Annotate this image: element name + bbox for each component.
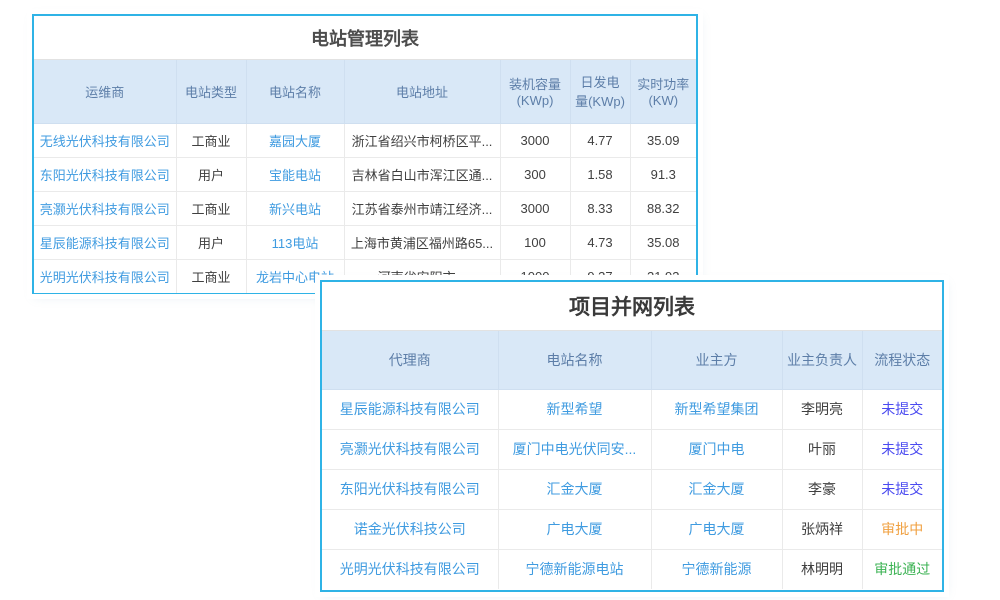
station-name-cell[interactable]: 113电站: [246, 225, 344, 259]
address-cell: 浙江省绍兴市柯桥区平...: [344, 123, 500, 157]
station-cell[interactable]: 广电大厦: [498, 509, 651, 549]
power-cell: 91.3: [630, 157, 696, 191]
station-cell[interactable]: 汇金大厦: [498, 469, 651, 509]
owner-cell[interactable]: 新型希望集团: [651, 389, 782, 429]
table-row: 星辰能源科技有限公司 用户 113电站 上海市黄浦区福州路65... 100 4…: [34, 225, 696, 259]
col-header-address: 电站地址: [344, 60, 500, 123]
status-badge: 审批通过: [862, 549, 942, 589]
station-management-title: 电站管理列表: [34, 16, 696, 60]
station-cell[interactable]: 宁德新能源电站: [498, 549, 651, 589]
address-cell: 江苏省泰州市靖江经济...: [344, 191, 500, 225]
contact-cell: 叶丽: [782, 429, 862, 469]
table-row: 无线光伏科技有限公司 工商业 嘉园大厦 浙江省绍兴市柯桥区平... 3000 4…: [34, 123, 696, 157]
col-header-agent: 代理商: [322, 331, 498, 389]
station-name-cell[interactable]: 宝能电站: [246, 157, 344, 191]
station-cell[interactable]: 厦门中电光伏同安...: [498, 429, 651, 469]
col-header-status: 流程状态: [862, 331, 942, 389]
operator-cell[interactable]: 星辰能源科技有限公司: [34, 225, 176, 259]
table-row: 东阳光伏科技有限公司 用户 宝能电站 吉林省白山市浑江区通... 300 1.5…: [34, 157, 696, 191]
operator-cell[interactable]: 光明光伏科技有限公司: [34, 259, 176, 293]
contact-cell: 张炳祥: [782, 509, 862, 549]
col-header-operator: 运维商: [34, 60, 176, 123]
agent-cell[interactable]: 东阳光伏科技有限公司: [322, 469, 498, 509]
station-management-table: 运维商 电站类型 电站名称 电站地址 装机容量(KWp) 日发电量(KWp) 实…: [34, 60, 696, 293]
station-name-cell[interactable]: 嘉园大厦: [246, 123, 344, 157]
station-cell[interactable]: 新型希望: [498, 389, 651, 429]
grid-connection-title: 项目并网列表: [322, 282, 942, 331]
agent-cell[interactable]: 星辰能源科技有限公司: [322, 389, 498, 429]
table-row: 亮灏光伏科技有限公司 厦门中电光伏同安... 厦门中电 叶丽 未提交: [322, 429, 942, 469]
operator-cell[interactable]: 无线光伏科技有限公司: [34, 123, 176, 157]
type-cell: 工商业: [176, 259, 246, 293]
station-name-cell[interactable]: 新兴电站: [246, 191, 344, 225]
contact-cell: 李豪: [782, 469, 862, 509]
grid-table-header-row: 代理商 电站名称 业主方 业主负责人 流程状态: [322, 331, 942, 389]
power-cell: 35.08: [630, 225, 696, 259]
col-header-name: 电站名称: [246, 60, 344, 123]
table-row: 星辰能源科技有限公司 新型希望 新型希望集团 李明亮 未提交: [322, 389, 942, 429]
type-cell: 工商业: [176, 191, 246, 225]
power-cell: 88.32: [630, 191, 696, 225]
daily-cell: 4.73: [570, 225, 630, 259]
table-row: 光明光伏科技有限公司 宁德新能源电站 宁德新能源 林明明 审批通过: [322, 549, 942, 589]
contact-cell: 林明明: [782, 549, 862, 589]
status-badge: 未提交: [862, 469, 942, 509]
col-header-contact: 业主负责人: [782, 331, 862, 389]
address-cell: 吉林省白山市浑江区通...: [344, 157, 500, 191]
address-cell: 上海市黄浦区福州路65...: [344, 225, 500, 259]
col-header-owner: 业主方: [651, 331, 782, 389]
col-header-capacity: 装机容量(KWp): [500, 60, 570, 123]
owner-cell[interactable]: 厦门中电: [651, 429, 782, 469]
type-cell: 用户: [176, 225, 246, 259]
type-cell: 工商业: [176, 123, 246, 157]
grid-connection-table: 代理商 电站名称 业主方 业主负责人 流程状态 星辰能源科技有限公司 新型希望 …: [322, 331, 942, 589]
agent-cell[interactable]: 光明光伏科技有限公司: [322, 549, 498, 589]
status-badge: 未提交: [862, 429, 942, 469]
power-cell: 35.09: [630, 123, 696, 157]
table-row: 东阳光伏科技有限公司 汇金大厦 汇金大厦 李豪 未提交: [322, 469, 942, 509]
station-management-panel: 电站管理列表 运维商 电站类型 电站名称 电站地址 装机容量(KWp) 日发电量…: [32, 14, 698, 294]
contact-cell: 李明亮: [782, 389, 862, 429]
owner-cell[interactable]: 宁德新能源: [651, 549, 782, 589]
capacity-cell: 3000: [500, 123, 570, 157]
grid-connection-panel: 项目并网列表 代理商 电站名称 业主方 业主负责人 流程状态 星辰能源科技有限公…: [320, 280, 944, 592]
status-badge: 未提交: [862, 389, 942, 429]
status-badge: 审批中: [862, 509, 942, 549]
owner-cell[interactable]: 汇金大厦: [651, 469, 782, 509]
owner-cell[interactable]: 广电大厦: [651, 509, 782, 549]
station-table-header-row: 运维商 电站类型 电站名称 电站地址 装机容量(KWp) 日发电量(KWp) 实…: [34, 60, 696, 123]
capacity-cell: 300: [500, 157, 570, 191]
capacity-cell: 100: [500, 225, 570, 259]
table-row: 亮灏光伏科技有限公司 工商业 新兴电站 江苏省泰州市靖江经济... 3000 8…: [34, 191, 696, 225]
col-header-power: 实时功率(KW): [630, 60, 696, 123]
daily-cell: 8.33: [570, 191, 630, 225]
operator-cell[interactable]: 东阳光伏科技有限公司: [34, 157, 176, 191]
type-cell: 用户: [176, 157, 246, 191]
daily-cell: 4.77: [570, 123, 630, 157]
col-header-station: 电站名称: [498, 331, 651, 389]
agent-cell[interactable]: 诺金光伏科技公司: [322, 509, 498, 549]
capacity-cell: 3000: [500, 191, 570, 225]
operator-cell[interactable]: 亮灏光伏科技有限公司: [34, 191, 176, 225]
col-header-daily: 日发电量(KWp): [570, 60, 630, 123]
agent-cell[interactable]: 亮灏光伏科技有限公司: [322, 429, 498, 469]
daily-cell: 1.58: [570, 157, 630, 191]
col-header-type: 电站类型: [176, 60, 246, 123]
table-row: 诺金光伏科技公司 广电大厦 广电大厦 张炳祥 审批中: [322, 509, 942, 549]
